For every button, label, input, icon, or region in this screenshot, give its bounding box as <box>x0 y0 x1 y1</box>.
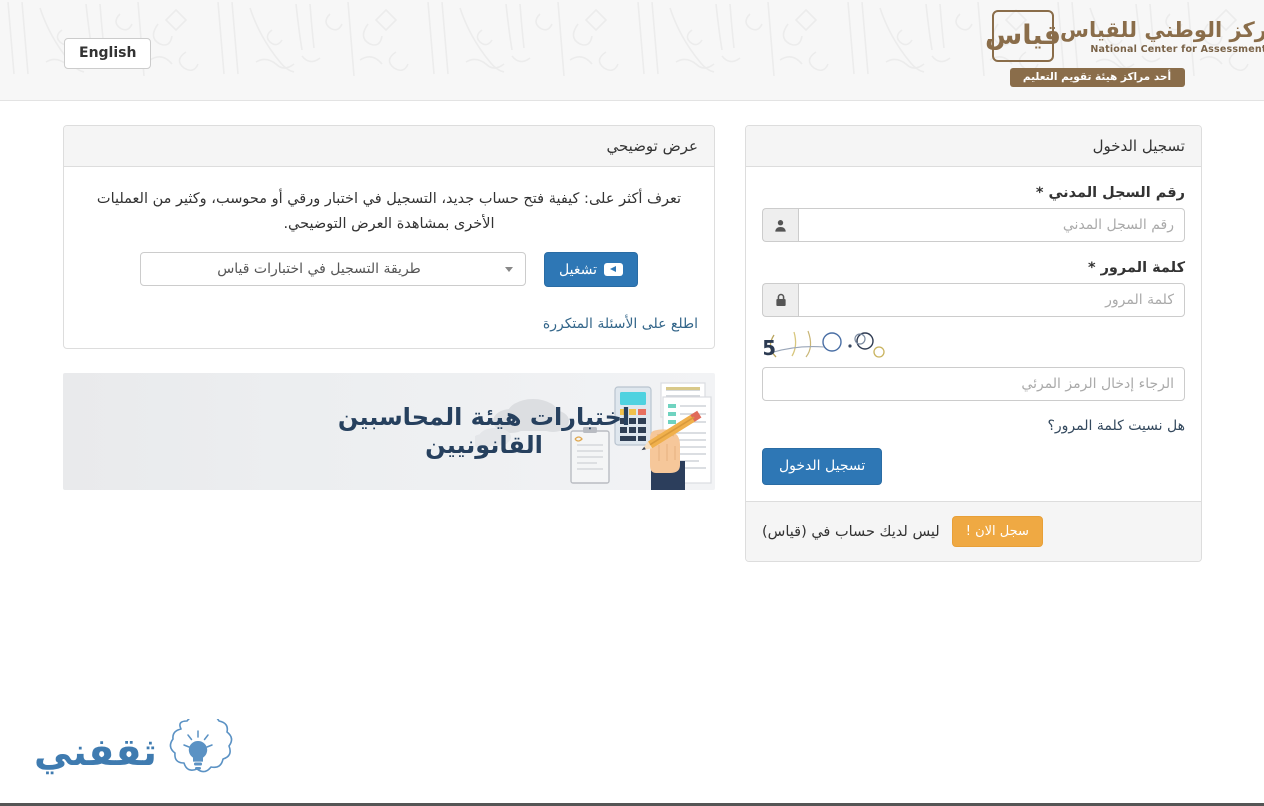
demo-video-select-value: طريقة التسجيل في اختبارات قياس <box>217 261 421 278</box>
page-watermark: ثقفني <box>34 719 233 785</box>
login-column: تسجيل الدخول رقم السجل المدني * كلمة الم… <box>720 125 1202 563</box>
user-icon <box>762 208 798 242</box>
forgot-password-link[interactable]: هل نسيت كلمة المرور؟ <box>1047 418 1185 434</box>
play-demo-label: تشغيل <box>559 260 597 277</box>
logo-ribbon-text: أحد مراكز هيئة تقويم التعليم <box>1009 68 1185 87</box>
language-toggle-button[interactable]: English <box>64 38 152 70</box>
login-panel: تسجيل الدخول رقم السجل المدني * كلمة الم… <box>720 125 1202 563</box>
national-id-label: رقم السجل المدني * <box>1035 185 1185 201</box>
login-panel-body: رقم السجل المدني * كلمة المرور * <box>720 167 1201 501</box>
main-container: تسجيل الدخول رقم السجل المدني * كلمة الم… <box>62 101 1202 563</box>
promo-banner[interactable]: اختبارات هيئة المحاسبين القانونيين <box>63 372 715 490</box>
forgot-password-row: هل نسيت كلمة المرور؟ <box>762 415 1185 444</box>
demo-controls-row: طريقة التسجيل في اختبارات قياس تشغيل <box>80 251 698 287</box>
password-label: كلمة المرور * <box>1087 260 1185 276</box>
logo-english-name: National Center for Assessment <box>1090 44 1264 56</box>
demo-panel-title: عرض توضيحي <box>64 126 714 167</box>
login-actions: تسجيل الدخول <box>762 448 1185 485</box>
qiyas-mark-icon: قياس <box>985 10 1061 62</box>
national-id-group <box>762 208 1185 242</box>
lock-icon <box>762 283 798 317</box>
login-submit-button[interactable]: تسجيل الدخول <box>762 448 883 485</box>
demo-panel: عرض توضيحي تعرف أكثر على: كيفية فتح حساب… <box>63 125 715 349</box>
site-logo[interactable]: قياس المركز الوطني للقياس National Cente… <box>985 8 1264 93</box>
login-panel-footer: ليس لديك حساب في (قياس) سجل الان ! <box>746 500 1201 562</box>
demo-panel-body: تعرف أكثر على: كيفية فتح حساب جديد، التس… <box>64 167 714 348</box>
captcha-input-wrap <box>762 367 1185 401</box>
demo-column: عرض توضيحي تعرف أكثر على: كيفية فتح حساب… <box>63 125 715 490</box>
watermark-brand: ثقفني <box>34 730 158 774</box>
captcha-input[interactable] <box>762 367 1185 401</box>
play-demo-button[interactable]: تشغيل <box>544 251 638 287</box>
qiyas-mark-text: قياس <box>984 19 1062 51</box>
national-id-input[interactable] <box>798 208 1185 242</box>
password-group <box>762 283 1185 317</box>
faq-row: اطلع على الأسئلة المتكررة <box>80 313 698 332</box>
svg-text:2475: 2475 <box>764 336 776 360</box>
login-panel-title: تسجيل الدخول <box>746 126 1201 167</box>
captcha-image-row: 2475 <box>720 329 1185 365</box>
register-now-button[interactable]: سجل الان ! <box>951 515 1043 548</box>
lightbulb-cloud-icon <box>169 719 233 773</box>
chevron-down-icon <box>505 266 514 272</box>
demo-video-select[interactable]: طريقة التسجيل في اختبارات قياس <box>140 252 527 287</box>
captcha-image: 2475 <box>720 329 894 365</box>
logo-arabic-name: المركز الوطني للقياس <box>1060 17 1264 42</box>
banner-title: اختبارات هيئة المحاسبين القانونيين <box>337 403 631 460</box>
youtube-play-icon <box>603 262 623 276</box>
faq-link[interactable]: اطلع على الأسئلة المتكررة <box>543 316 698 332</box>
password-input[interactable] <box>798 283 1185 317</box>
no-account-text: ليس لديك حساب في (قياس) <box>762 523 940 540</box>
site-header: English قياس المركز الوطني للقياس Nation… <box>0 0 1264 101</box>
demo-description: تعرف أكثر على: كيفية فتح حساب جديد، التس… <box>96 191 682 233</box>
